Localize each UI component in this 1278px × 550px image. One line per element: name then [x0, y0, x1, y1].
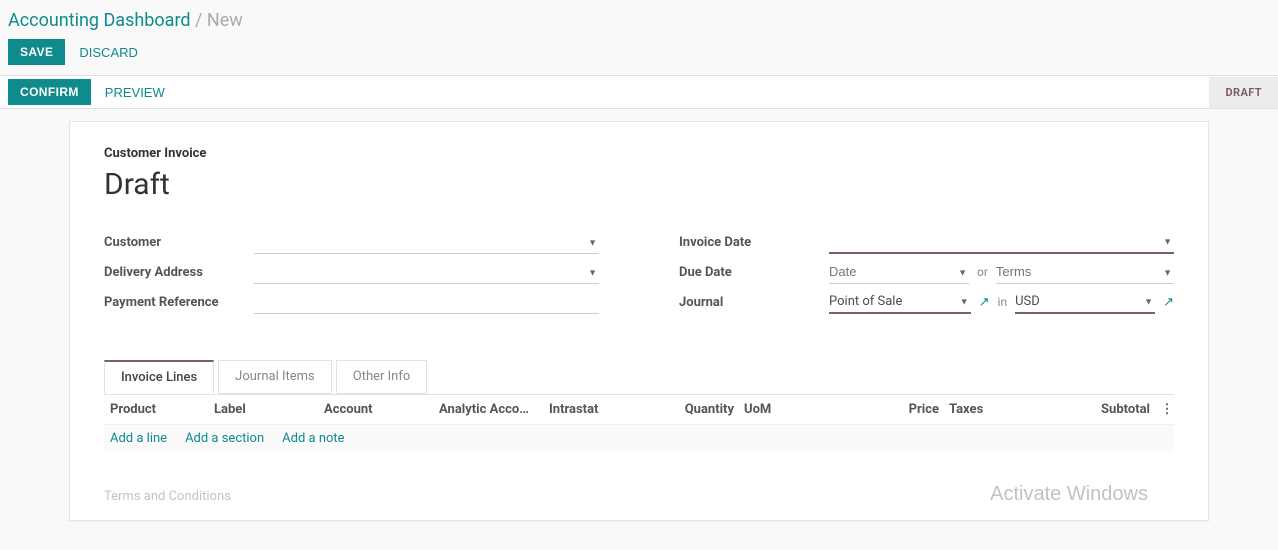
breadcrumb-current: New — [207, 10, 243, 31]
preview-button[interactable]: PREVIEW — [105, 85, 165, 100]
col-taxes: Taxes — [939, 402, 1079, 417]
terms-input[interactable] — [996, 262, 1174, 281]
table-header: Product Label Account Analytic Acco… Int… — [104, 395, 1174, 425]
label-due-date: Due Date — [679, 265, 829, 280]
payment-reference-input[interactable] — [254, 292, 599, 311]
label-invoice-date: Invoice Date — [679, 235, 829, 250]
delivery-address-field[interactable]: ▼ — [254, 260, 599, 284]
delivery-address-input[interactable] — [254, 262, 599, 281]
document-title: Draft — [104, 167, 1174, 202]
form-sheet: Customer Invoice Draft Customer ▼ Delive… — [69, 121, 1209, 521]
add-line-link[interactable]: Add a line — [110, 431, 167, 446]
invoice-date-input[interactable] — [829, 232, 1174, 251]
terms-and-conditions-placeholder[interactable]: Terms and Conditions — [104, 489, 231, 504]
col-product: Product — [104, 402, 214, 417]
currency-value: USD — [1015, 294, 1040, 309]
tab-other-info[interactable]: Other Info — [336, 360, 428, 394]
col-price: Price — [884, 402, 939, 417]
due-date-input[interactable] — [829, 262, 969, 281]
document-type: Customer Invoice — [104, 146, 1174, 161]
col-uom: UoM — [744, 402, 884, 417]
col-quantity: Quantity — [669, 402, 744, 417]
breadcrumb-sep: / — [191, 10, 207, 31]
chevron-down-icon: ▼ — [960, 297, 969, 308]
tab-invoice-lines[interactable]: Invoice Lines — [104, 360, 214, 394]
external-link-icon[interactable]: ↗ — [979, 295, 990, 310]
terms-field[interactable]: ▼ — [996, 260, 1174, 284]
label-in: in — [998, 295, 1008, 309]
journal-field[interactable]: Point of Sale ▼ — [829, 290, 971, 314]
external-link-icon[interactable]: ↗ — [1163, 295, 1174, 310]
status-badge: DRAFT — [1209, 77, 1278, 108]
label-or: or — [977, 265, 988, 279]
label-delivery-address: Delivery Address — [104, 265, 254, 280]
col-analytic: Analytic Acco… — [439, 402, 549, 417]
save-button[interactable]: SAVE — [8, 39, 65, 65]
col-label: Label — [214, 402, 324, 417]
journal-value: Point of Sale — [829, 294, 902, 309]
confirm-button[interactable]: CONFIRM — [8, 79, 91, 105]
windows-activation-watermark: Activate Windows — [990, 483, 1148, 506]
breadcrumb-root[interactable]: Accounting Dashboard — [8, 10, 191, 31]
customer-field[interactable]: ▼ — [254, 230, 599, 254]
status-bar: CONFIRM PREVIEW DRAFT — [0, 75, 1278, 109]
label-payment-reference: Payment Reference — [104, 295, 254, 310]
breadcrumb: Accounting Dashboard / New — [0, 0, 1278, 37]
due-date-field[interactable]: ▼ — [829, 260, 969, 284]
payment-reference-field[interactable] — [254, 290, 599, 314]
actions-row: SAVE DISCARD — [0, 37, 1278, 75]
add-section-link[interactable]: Add a section — [185, 431, 264, 446]
discard-button[interactable]: DISCARD — [79, 45, 138, 60]
col-account: Account — [324, 402, 439, 417]
invoice-date-field[interactable]: ▼ — [829, 230, 1174, 254]
currency-field[interactable]: USD ▼ — [1015, 290, 1155, 314]
add-row: Add a line Add a section Add a note — [104, 425, 1174, 452]
label-journal: Journal — [679, 295, 829, 310]
kebab-icon[interactable]: ⋮ — [1160, 402, 1174, 417]
label-customer: Customer — [104, 235, 254, 250]
tab-journal-items[interactable]: Journal Items — [218, 360, 332, 394]
tabs: Invoice Lines Journal Items Other Info — [104, 360, 1174, 395]
col-subtotal: Subtotal — [1079, 402, 1160, 417]
add-note-link[interactable]: Add a note — [282, 431, 344, 446]
chevron-down-icon: ▼ — [1144, 297, 1153, 308]
customer-input[interactable] — [254, 232, 599, 251]
col-intrastat: Intrastat — [549, 402, 669, 417]
